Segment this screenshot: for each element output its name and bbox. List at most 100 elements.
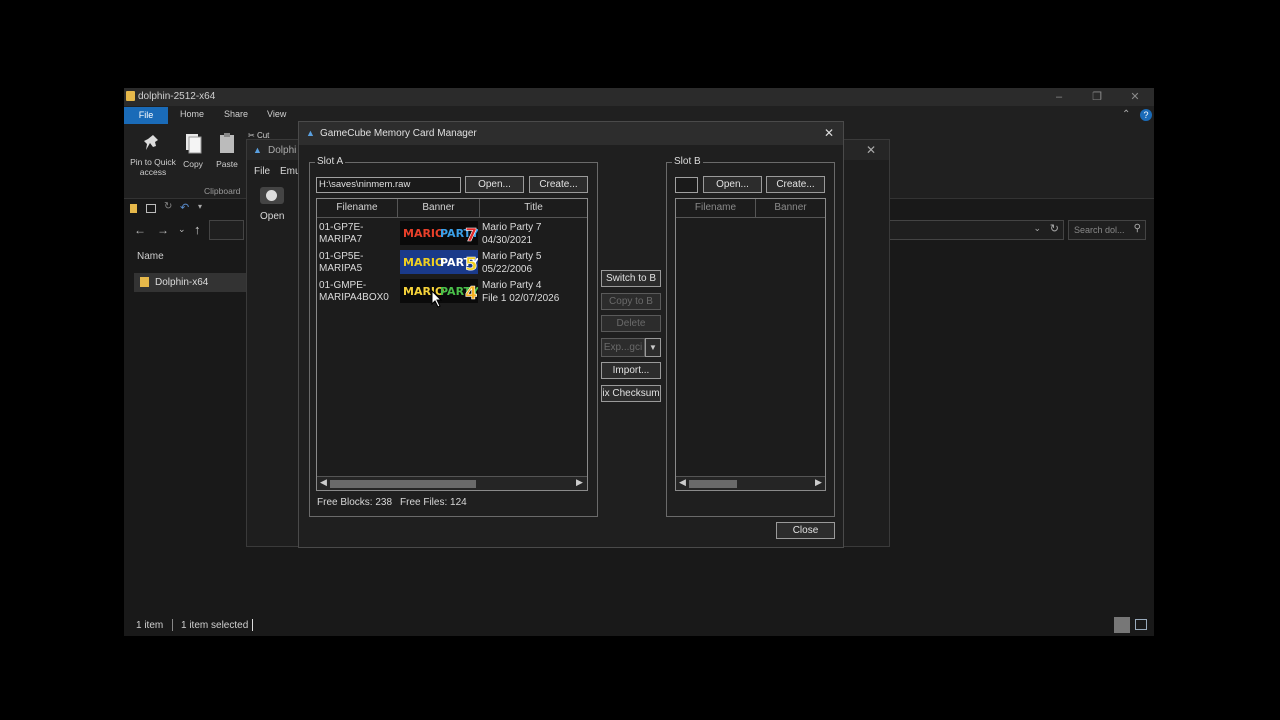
dolphin-icon: ▲ — [306, 128, 315, 138]
customize-icon[interactable]: ▾ — [198, 202, 202, 211]
import-button[interactable]: Import... — [601, 362, 661, 379]
properties-icon[interactable] — [146, 204, 156, 213]
back-icon[interactable]: ← — [134, 223, 146, 237]
slot-a-create-button[interactable]: Create... — [529, 176, 588, 193]
slot-a-open-button[interactable]: Open... — [465, 176, 524, 193]
chevron-up-icon[interactable]: ⌃ — [1122, 109, 1130, 120]
scroll-left-icon[interactable]: ◀ — [320, 477, 327, 488]
status-selected: 1 item selected — [181, 620, 249, 631]
copy-icon — [186, 134, 202, 154]
close-icon[interactable]: ✕ — [1120, 89, 1150, 105]
help-icon[interactable]: ? — [1140, 109, 1152, 121]
status-divider — [252, 619, 253, 631]
recent-icon[interactable]: ⌄ — [178, 224, 186, 235]
details-view-icon[interactable] — [1114, 617, 1130, 633]
horizontal-scrollbar[interactable]: ◀ ▶ — [317, 476, 587, 490]
slot-b-path-input[interactable] — [675, 177, 698, 193]
svg-text:MARIO: MARIO — [403, 256, 444, 269]
folder-icon — [130, 204, 137, 213]
slot-a-label: Slot A — [315, 156, 346, 167]
switch-to-b-button[interactable]: Switch to B — [601, 270, 661, 287]
clipboard-group-label: Clipboard — [204, 186, 241, 196]
dialog-titlebar: ▲ GameCube Memory Card Manager ✕ — [299, 122, 843, 145]
svg-text:MARIO: MARIO — [403, 227, 444, 240]
row-filename: 01-GMPE- MARIPA4BOX0 — [319, 280, 389, 303]
scroll-right-icon[interactable]: ▶ — [576, 477, 583, 488]
row-filename: 01-GP7E- MARIPA7 — [319, 222, 364, 245]
address-bar-right[interactable]: ⌄ ↻ — [888, 220, 1064, 240]
slot-a-path-input[interactable]: H:\saves\ninmem.raw — [316, 177, 461, 193]
copy-button[interactable]: Copy — [180, 133, 206, 169]
column-header-banner[interactable]: Banner — [756, 199, 825, 218]
horizontal-scrollbar[interactable]: ◀ ▶ — [676, 476, 825, 490]
search-icon: ⚲ — [1133, 223, 1141, 234]
export-gci-button[interactable]: Exp...gci — [601, 338, 645, 357]
minimize-icon[interactable]: – — [1044, 89, 1074, 105]
column-header-filename[interactable]: Filename — [317, 199, 398, 218]
tab-file[interactable]: File — [124, 107, 168, 124]
scroll-right-icon[interactable]: ▶ — [815, 477, 822, 488]
copy-to-b-button[interactable]: Copy to B — [601, 293, 661, 310]
svg-text:7: 7 — [465, 225, 478, 245]
slot-b-open-button[interactable]: Open... — [703, 176, 762, 193]
table-row[interactable]: 01-GP7E- MARIPA7 MARIO PARTY 7 Mario Par… — [317, 221, 587, 249]
slot-b-file-list[interactable]: Filename Banner ◀ ▶ — [675, 198, 826, 491]
menu-file[interactable]: File — [254, 166, 270, 177]
chevron-down-icon[interactable]: ⌄ — [1033, 223, 1041, 234]
row-title: Mario Party 7 — [482, 222, 542, 233]
folder-icon — [126, 91, 135, 101]
chevron-down-icon: ▼ — [649, 343, 657, 352]
scrollbar-thumb[interactable] — [330, 480, 476, 488]
column-header-banner[interactable]: Banner — [398, 199, 480, 218]
close-icon[interactable]: ✕ — [824, 126, 834, 140]
pin-icon — [144, 135, 158, 150]
scroll-left-icon[interactable]: ◀ — [679, 477, 686, 488]
forward-icon[interactable]: → — [157, 223, 169, 237]
explorer-title: dolphin-2512-x64 — [138, 91, 216, 102]
explorer-titlebar: dolphin-2512-x64 – ❐ ✕ — [124, 88, 1154, 106]
search-input[interactable]: Search dol... ⚲ — [1068, 220, 1146, 240]
slot-a-file-list[interactable]: Filename Banner Title 01-GP7E- MARIPA7 M… — [316, 198, 588, 491]
search-placeholder: Search dol... — [1074, 225, 1125, 235]
paste-button[interactable]: Paste — [214, 133, 240, 169]
list-item[interactable]: Dolphin-x64 — [134, 273, 246, 292]
slot-b-label: Slot B — [672, 156, 703, 167]
copy-label: Copy — [183, 159, 203, 169]
folder-icon — [140, 277, 149, 287]
open-toolbar-button[interactable] — [260, 187, 284, 204]
address-bar[interactable] — [209, 220, 244, 240]
export-dropdown[interactable]: ▼ — [645, 338, 661, 357]
open-label: Open — [260, 211, 285, 222]
tab-home[interactable]: Home — [168, 107, 216, 124]
close-icon[interactable]: ✕ — [866, 143, 876, 157]
up-icon[interactable]: ↑ — [194, 222, 201, 237]
list-item-label: Dolphin-x64 — [155, 277, 209, 288]
table-row[interactable]: 01-GP5E- MARIPA5 MARIO PARTY 5 Mario Par… — [317, 250, 587, 278]
pin-button[interactable]: Pin to Quick access — [128, 133, 178, 177]
close-button[interactable]: Close — [776, 522, 835, 539]
row-date: 04/30/2021 — [482, 235, 533, 246]
tab-share[interactable]: Share — [212, 107, 260, 124]
scrollbar-thumb[interactable] — [689, 480, 737, 488]
delete-button[interactable]: Delete — [601, 315, 661, 332]
mario-party-5-banner-icon: MARIO PARTY 5 — [400, 250, 478, 274]
large-icons-view-icon[interactable] — [1135, 619, 1147, 630]
mario-party-7-banner-icon: MARIO PARTY 7 — [403, 225, 478, 245]
column-name-header[interactable]: Name — [137, 251, 164, 262]
slot-b-create-button[interactable]: Create... — [766, 176, 825, 193]
row-title: Mario Party 5 — [482, 251, 542, 262]
column-header-filename[interactable]: Filename — [676, 199, 756, 218]
table-row[interactable]: 01-GMPE- MARIPA4BOX0 MARIO PARTY 4 Mario… — [317, 279, 587, 307]
pin-label: Pin to Quick access — [130, 157, 176, 177]
svg-text:5: 5 — [465, 254, 478, 274]
memory-card-manager-dialog: ▲ GameCube Memory Card Manager ✕ Slot A … — [298, 121, 844, 548]
svg-text:4: 4 — [465, 283, 478, 303]
column-header-title[interactable]: Title — [480, 199, 587, 218]
refresh-icon[interactable]: ↻ — [164, 201, 172, 212]
undo-icon[interactable]: ↶ — [180, 201, 189, 214]
fix-checksum-button[interactable]: ix Checksum — [601, 385, 661, 402]
refresh-icon[interactable]: ↻ — [1050, 222, 1059, 235]
row-filename: 01-GP5E- MARIPA5 — [319, 251, 364, 274]
tab-view[interactable]: View — [255, 107, 298, 124]
restore-icon[interactable]: ❐ — [1082, 89, 1112, 105]
